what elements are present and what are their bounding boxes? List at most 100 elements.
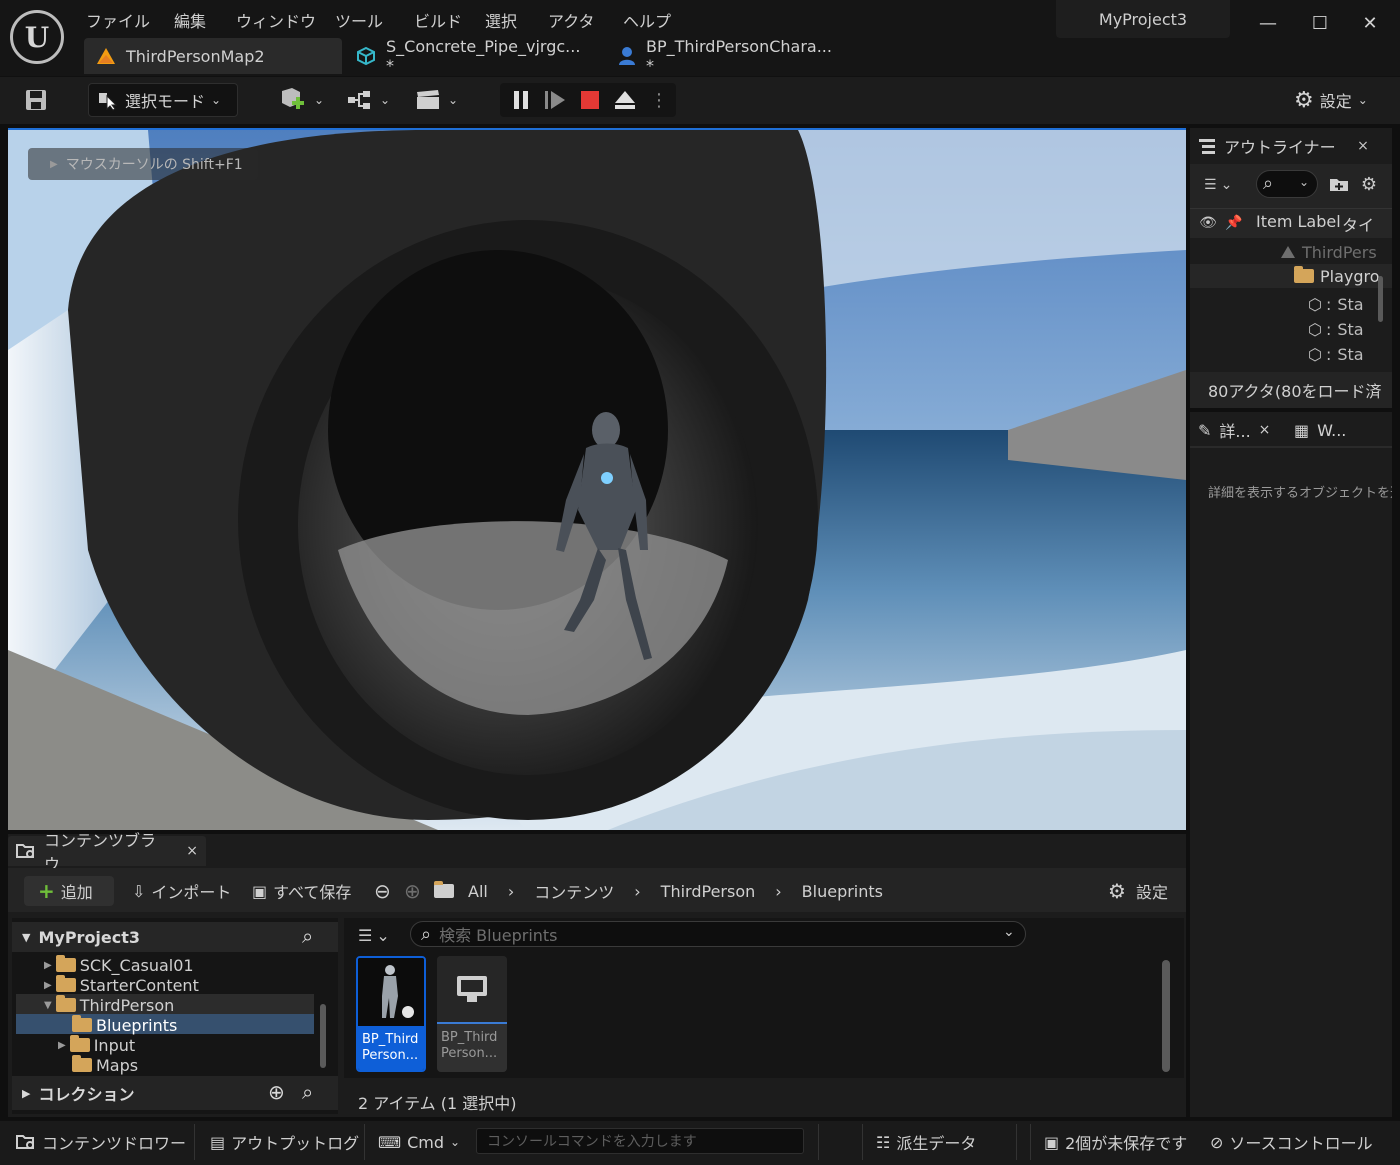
column-item-label[interactable]: Item Label [1256,212,1341,231]
outliner-tab[interactable]: アウトライナー [1198,132,1336,160]
add-button[interactable]: + 追加 [24,876,114,906]
save-icon[interactable] [22,86,50,114]
menu-build[interactable]: ビルド [414,8,462,32]
blueprint-menu-button[interactable]: ⌄ [338,83,398,117]
outliner-search[interactable]: ⌕ ⌄ [1256,170,1318,198]
tree-item[interactable]: ▼ ThirdPerson [44,995,354,1015]
cinematics-button[interactable]: ⌄ [406,83,466,117]
outliner-row-label: Sta [1337,294,1364,314]
eject-icon[interactable] [614,90,636,110]
pin-icon[interactable]: 📌 [1225,212,1242,234]
tree-item-selected[interactable]: Blueprints [72,1015,382,1035]
menu-help[interactable]: ヘルプ [623,8,671,32]
add-folder-icon[interactable] [1328,172,1350,196]
details-tab-label: 詳... [1219,422,1251,441]
forward-arrow-icon[interactable]: ⊕ [404,876,421,906]
maximize-button[interactable]: ☐ [1300,8,1340,38]
asset-tile-selected[interactable]: BP_Third Person... [356,956,426,1072]
chevron-down-icon: ⌄ [1220,177,1233,193]
menu-window[interactable]: ウィンドウ [236,8,316,32]
selection-mode-dropdown[interactable]: 選択モード ⌄ [88,83,238,117]
tab-thirdpersonmap2[interactable]: ThirdPersonMap2 [84,38,342,74]
content-browser-icon [16,842,36,860]
filter-button[interactable]: ☰ ⌄ [1204,172,1232,198]
outliner-row[interactable]: ⬡: Sta [1190,317,1392,341]
outliner-row[interactable]: ThirdPers [1190,240,1392,264]
tree-item-label: Maps [96,1055,139,1075]
chevron-down-icon: ⌄ [380,93,391,107]
outliner-scrollbar[interactable] [1378,276,1383,322]
add-actor-button[interactable]: ⌄ [270,83,332,117]
clapperboard-icon [414,89,442,111]
breadcrumb-item[interactable]: All [468,882,488,901]
collections-header[interactable]: ▶ コレクション ⊕ ⌕ [12,1076,338,1110]
menu-actor[interactable]: アクタ [548,8,595,32]
outliner-close-button[interactable]: × [1354,134,1372,158]
content-browser-close-button[interactable]: × [186,843,198,859]
tab-concrete-pipe[interactable]: S_Concrete_Pipe_vjrgc... * [344,37,594,75]
triangle-right-icon[interactable]: ▶ [44,960,52,971]
menu-edit[interactable]: 編集 [174,8,206,32]
level-viewport[interactable] [8,128,1186,830]
world-settings-tab[interactable]: ▦ W... [1294,416,1346,444]
outliner-row[interactable]: ⬡: Sta [1190,292,1392,316]
details-tab[interactable]: ✎ 詳... × [1198,416,1270,444]
menu-select[interactable]: 選択 [485,8,517,32]
filter-button[interactable]: ☰ ⌄ [358,924,390,946]
asset-tile[interactable]: BP_Third Person... [437,956,507,1072]
save-all-button[interactable]: ▣ すべて保存 [252,876,351,906]
triangle-right-icon[interactable]: ▶ [58,1040,66,1051]
cmd-dropdown[interactable]: ⌨ Cmd ⌄ [378,1128,460,1156]
pause-icon[interactable] [512,90,530,110]
outliner-row[interactable]: Playgro [1190,264,1392,288]
chevron-down-icon: ⌄ [1299,175,1310,189]
stop-icon[interactable] [580,90,600,110]
derived-data-label: 派生データ [896,1134,977,1153]
asset-search-input[interactable]: ⌕ 検索 Blueprints ⌄ [410,921,1026,947]
import-button[interactable]: ⇩ インポート [132,876,231,906]
settings-label: 設定 [1135,883,1168,902]
back-arrow-icon[interactable]: ⊖ [374,876,391,906]
console-input[interactable]: コンソールコマンドを入力します [476,1128,804,1154]
outliner-row[interactable]: ⬡: Sta [1190,342,1392,366]
frame-advance-icon[interactable] [544,90,566,110]
asset-thumbnail [437,956,507,1024]
settings-button[interactable]: ⚙ 設定 ⌄ [1286,83,1376,117]
tree-item[interactable]: ▶ SCK_Casual01 [44,955,354,975]
tree-item[interactable]: Maps [72,1055,382,1075]
menu-file[interactable]: ファイル [86,8,150,32]
tree-root[interactable]: ▼ MyProject3 ⌕ [12,922,338,952]
search-icon[interactable]: ⌕ [302,924,313,948]
add-collection-icon[interactable]: ⊕ [268,1080,285,1104]
asset-scrollbar[interactable] [1162,960,1170,1072]
content-browser-settings-button[interactable]: ⚙ 設定 [1108,876,1168,906]
triangle-down-icon: ▼ [22,930,31,944]
unsaved-button[interactable]: ▣ 2個が未保存です [1044,1128,1187,1156]
more-options-icon[interactable]: ⋮ [650,90,668,111]
triangle-down-icon[interactable]: ▼ [44,1000,52,1011]
unreal-engine-logo[interactable]: U [10,10,64,64]
eye-icon[interactable]: 👁 [1198,212,1218,234]
source-control-button[interactable]: ⊘ ソースコントロール [1210,1128,1373,1156]
gear-icon: ⚙ [1294,87,1314,113]
derived-data-button[interactable]: ☷ 派生データ [876,1128,976,1156]
tree-item[interactable]: ▶ StarterContent [44,975,354,995]
details-tab-close[interactable]: × [1259,422,1271,438]
gear-icon[interactable]: ⚙ [1358,172,1380,196]
breadcrumb-item[interactable]: Blueprints [802,882,883,901]
search-icon[interactable]: ⌕ [302,1080,313,1104]
output-log-button[interactable]: ▤ アウトプットログ [210,1128,359,1156]
minimize-button[interactable]: — [1248,8,1288,38]
tab-bp-thirdpersoncharacter[interactable]: BP_ThirdPersonChara... * [606,37,856,75]
triangle-right-icon[interactable]: ▶ [44,980,52,991]
breadcrumb-item[interactable]: コンテンツ [534,879,614,903]
breadcrumb-item[interactable]: ThirdPerson [661,882,756,901]
close-button[interactable]: ✕ [1350,8,1390,38]
column-type[interactable]: タイ [1342,212,1374,236]
menu-tools[interactable]: ツール [335,8,383,32]
content-drawer-button[interactable]: コンテンツドロワー [16,1128,186,1156]
import-icon: ⇩ [132,881,146,901]
content-browser-tab[interactable]: コンテンツブラウ... × [8,831,206,874]
chevron-down-icon: ⌄ [448,93,459,107]
tree-scrollbar[interactable] [320,1004,326,1068]
